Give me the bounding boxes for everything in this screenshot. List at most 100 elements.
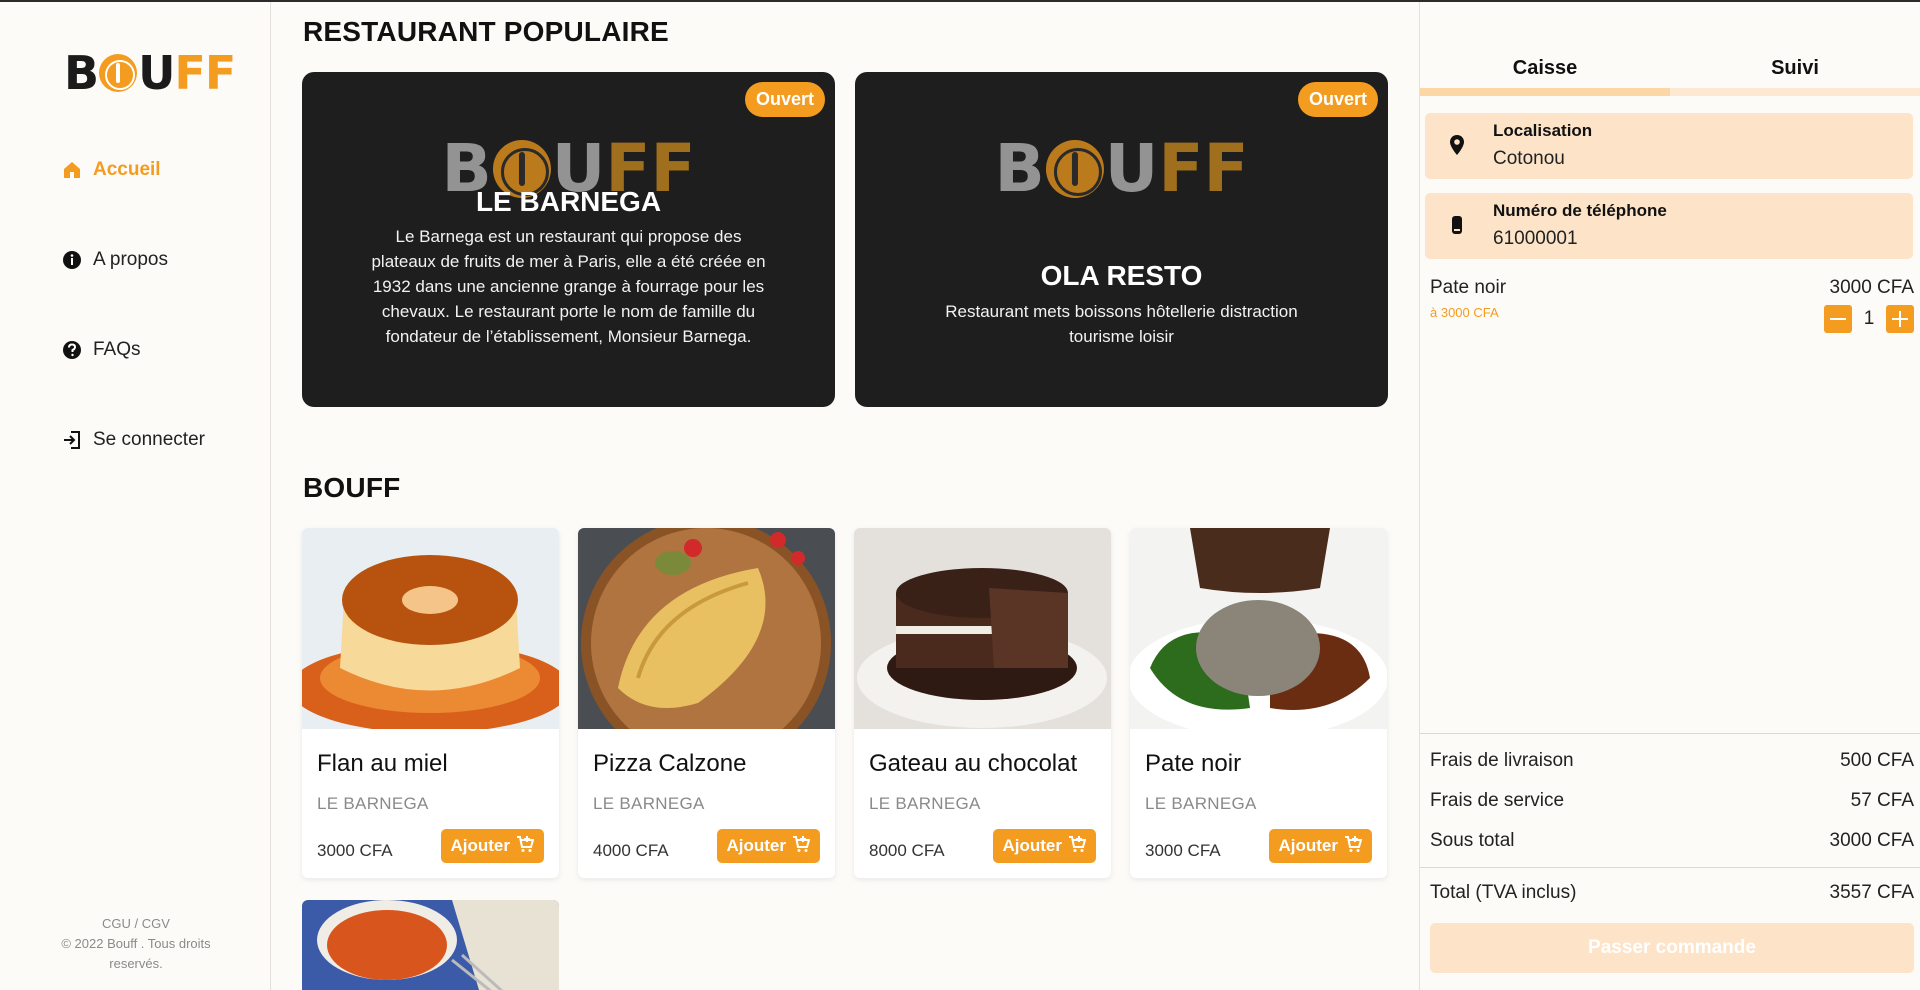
restaurant-description: Restaurant mets boissons hôtellerie dist… <box>945 302 1298 346</box>
logo-letter-b: B <box>994 130 1045 207</box>
food-name: Gateau au chocolat <box>869 750 1078 777</box>
copyright-text: © 2022 Bouff . Tous droits reservés. <box>61 936 211 971</box>
cart-plus-icon <box>1344 835 1363 858</box>
food-restaurant: LE BARNEGA <box>869 794 981 813</box>
service-fee-row: Frais de service 57 CFA <box>1430 790 1914 812</box>
sidebar-item-a-propos[interactable]: A propos <box>61 242 205 278</box>
food-image <box>854 528 1111 729</box>
add-button-label: Ajouter <box>450 836 511 855</box>
plate-icon <box>99 54 138 92</box>
food-name: Pate noir <box>1145 750 1242 777</box>
food-card[interactable]: Gateau au chocolat LE BARNEGA 8000 CFA A… <box>854 528 1111 878</box>
minus-icon <box>1830 318 1846 320</box>
menu-section-title: BOUFF <box>303 472 401 503</box>
delivery-fee-label: Frais de livraison <box>1430 750 1574 771</box>
total-row: Total (TVA inclus) 3557 CFA <box>1430 882 1914 904</box>
location-label: Localisation <box>1493 121 1593 140</box>
location-field[interactable]: Localisation Cotonou <box>1425 113 1913 179</box>
phone-label: Numéro de téléphone <box>1493 201 1667 220</box>
restaurant-description: Le Barnega est un restaurant qui propose… <box>371 227 766 346</box>
total-divider <box>1420 867 1920 868</box>
tab-inactive-indicator <box>1670 88 1920 96</box>
logo-letter-b: B <box>64 46 99 100</box>
restaurant-card[interactable]: Ouvert B U FF OLA RESTO Restaurant mets … <box>855 72 1388 407</box>
tab-caisse[interactable]: Caisse <box>1420 57 1670 80</box>
food-card-partial[interactable] <box>302 900 559 990</box>
main-content: RESTAURANT POPULAIRE Ouvert B U FF LE BA… <box>272 2 1419 990</box>
food-card[interactable]: Pate noir LE BARNEGA 3000 CFA Ajouter <box>1130 528 1387 878</box>
phone-value: 61000001 <box>1493 228 1578 249</box>
sidebar-item-se-connecter[interactable]: Se connecter <box>61 422 205 458</box>
food-price: 8000 CFA <box>869 841 945 860</box>
info-icon <box>61 249 83 271</box>
status-badge: Ouvert <box>744 82 825 117</box>
subtotal-label: Sous total <box>1430 830 1515 851</box>
add-button-label: Ajouter <box>1278 836 1339 855</box>
quantity-value: 1 <box>1863 308 1875 329</box>
place-order-button[interactable]: Passer commande <box>1430 923 1914 973</box>
tab-suivi[interactable]: Suivi <box>1670 57 1920 80</box>
food-price: 3000 CFA <box>317 841 393 860</box>
tab-active-indicator <box>1420 88 1670 96</box>
plus-icon <box>1892 311 1908 327</box>
food-card[interactable]: Pizza Calzone LE BARNEGA 4000 CFA Ajoute… <box>578 528 835 878</box>
decrease-quantity-button[interactable] <box>1824 305 1852 333</box>
total-value: 3557 CFA <box>1829 882 1915 903</box>
service-fee-label: Frais de service <box>1430 790 1565 811</box>
cart-item-unit-price: à 3000 CFA <box>1430 305 1499 320</box>
cart-item-price: 3000 CFA <box>1829 277 1915 298</box>
total-label: Total (TVA inclus) <box>1430 882 1577 903</box>
subtotal-value: 3000 CFA <box>1829 830 1915 851</box>
sidebar-item-faqs[interactable]: FAQs <box>61 332 205 368</box>
question-icon <box>61 339 83 361</box>
status-badge: Ouvert <box>1297 82 1378 117</box>
food-image <box>302 528 559 729</box>
cart-item-name: Pate noir <box>1430 277 1507 298</box>
increase-quantity-button[interactable] <box>1886 305 1914 333</box>
logo-letter-u: U <box>1104 130 1159 207</box>
add-button-label: Ajouter <box>726 836 787 855</box>
subtotal-row: Sous total 3000 CFA <box>1430 830 1914 852</box>
add-to-cart-button[interactable]: Ajouter <box>716 829 820 863</box>
summary-divider <box>1420 733 1920 734</box>
food-name: Flan au miel <box>317 750 448 777</box>
cart-plus-icon <box>516 835 535 858</box>
add-to-cart-button[interactable]: Ajouter <box>1268 829 1372 863</box>
add-button-label: Ajouter <box>1002 836 1063 855</box>
food-restaurant: LE BARNEGA <box>593 794 705 813</box>
location-value: Cotonou <box>1493 148 1565 169</box>
sidebar-footer: CGU / CGV © 2022 Bouff . Tous droits res… <box>40 914 232 974</box>
restaurant-logo: B U FF <box>994 136 1248 202</box>
logo-letters-ff: FF <box>174 46 236 100</box>
restaurant-name: OLA RESTO <box>1040 260 1203 291</box>
login-icon <box>61 429 83 451</box>
quantity-stepper: 1 <box>1824 305 1914 333</box>
logo-letters-ff: FF <box>1158 130 1249 207</box>
home-icon <box>61 159 83 181</box>
restaurant-card[interactable]: Ouvert B U FF LE BARNEGA Le Barnega est … <box>302 72 835 407</box>
sidebar-item-accueil[interactable]: Accueil <box>61 152 205 188</box>
map-pin-icon <box>1445 133 1469 157</box>
food-image <box>302 900 559 990</box>
cart-panel: Caisse Suivi Localisation Cotonou Numéro… <box>1419 2 1920 990</box>
service-fee-value: 57 CFA <box>1850 790 1914 811</box>
sidebar-item-label: FAQs <box>93 339 141 360</box>
plate-icon <box>1045 140 1104 198</box>
food-image <box>578 528 835 729</box>
cart-plus-icon <box>1068 835 1087 858</box>
cart-plus-icon <box>792 835 811 858</box>
cart-item: Pate noir à 3000 CFA 3000 CFA 1 <box>1430 277 1914 337</box>
add-to-cart-button[interactable]: Ajouter <box>440 829 544 863</box>
phone-field[interactable]: Numéro de téléphone 61000001 <box>1425 193 1913 259</box>
sidebar-item-label: Accueil <box>93 159 161 180</box>
add-to-cart-button[interactable]: Ajouter <box>992 829 1096 863</box>
phone-icon <box>1445 213 1469 237</box>
restaurant-name: LE BARNEGA <box>475 186 662 217</box>
sidebar: B U FF Accueil A propos FAQs Se connecte… <box>0 2 271 990</box>
delivery-fee-value: 500 CFA <box>1840 750 1914 771</box>
bouff-logo[interactable]: B U FF <box>64 46 236 100</box>
popular-restaurants-title: RESTAURANT POPULAIRE <box>303 16 669 47</box>
food-card[interactable]: Flan au miel LE BARNEGA 3000 CFA Ajouter <box>302 528 559 878</box>
legal-links[interactable]: CGU / CGV <box>40 914 232 934</box>
food-image <box>1130 528 1387 729</box>
